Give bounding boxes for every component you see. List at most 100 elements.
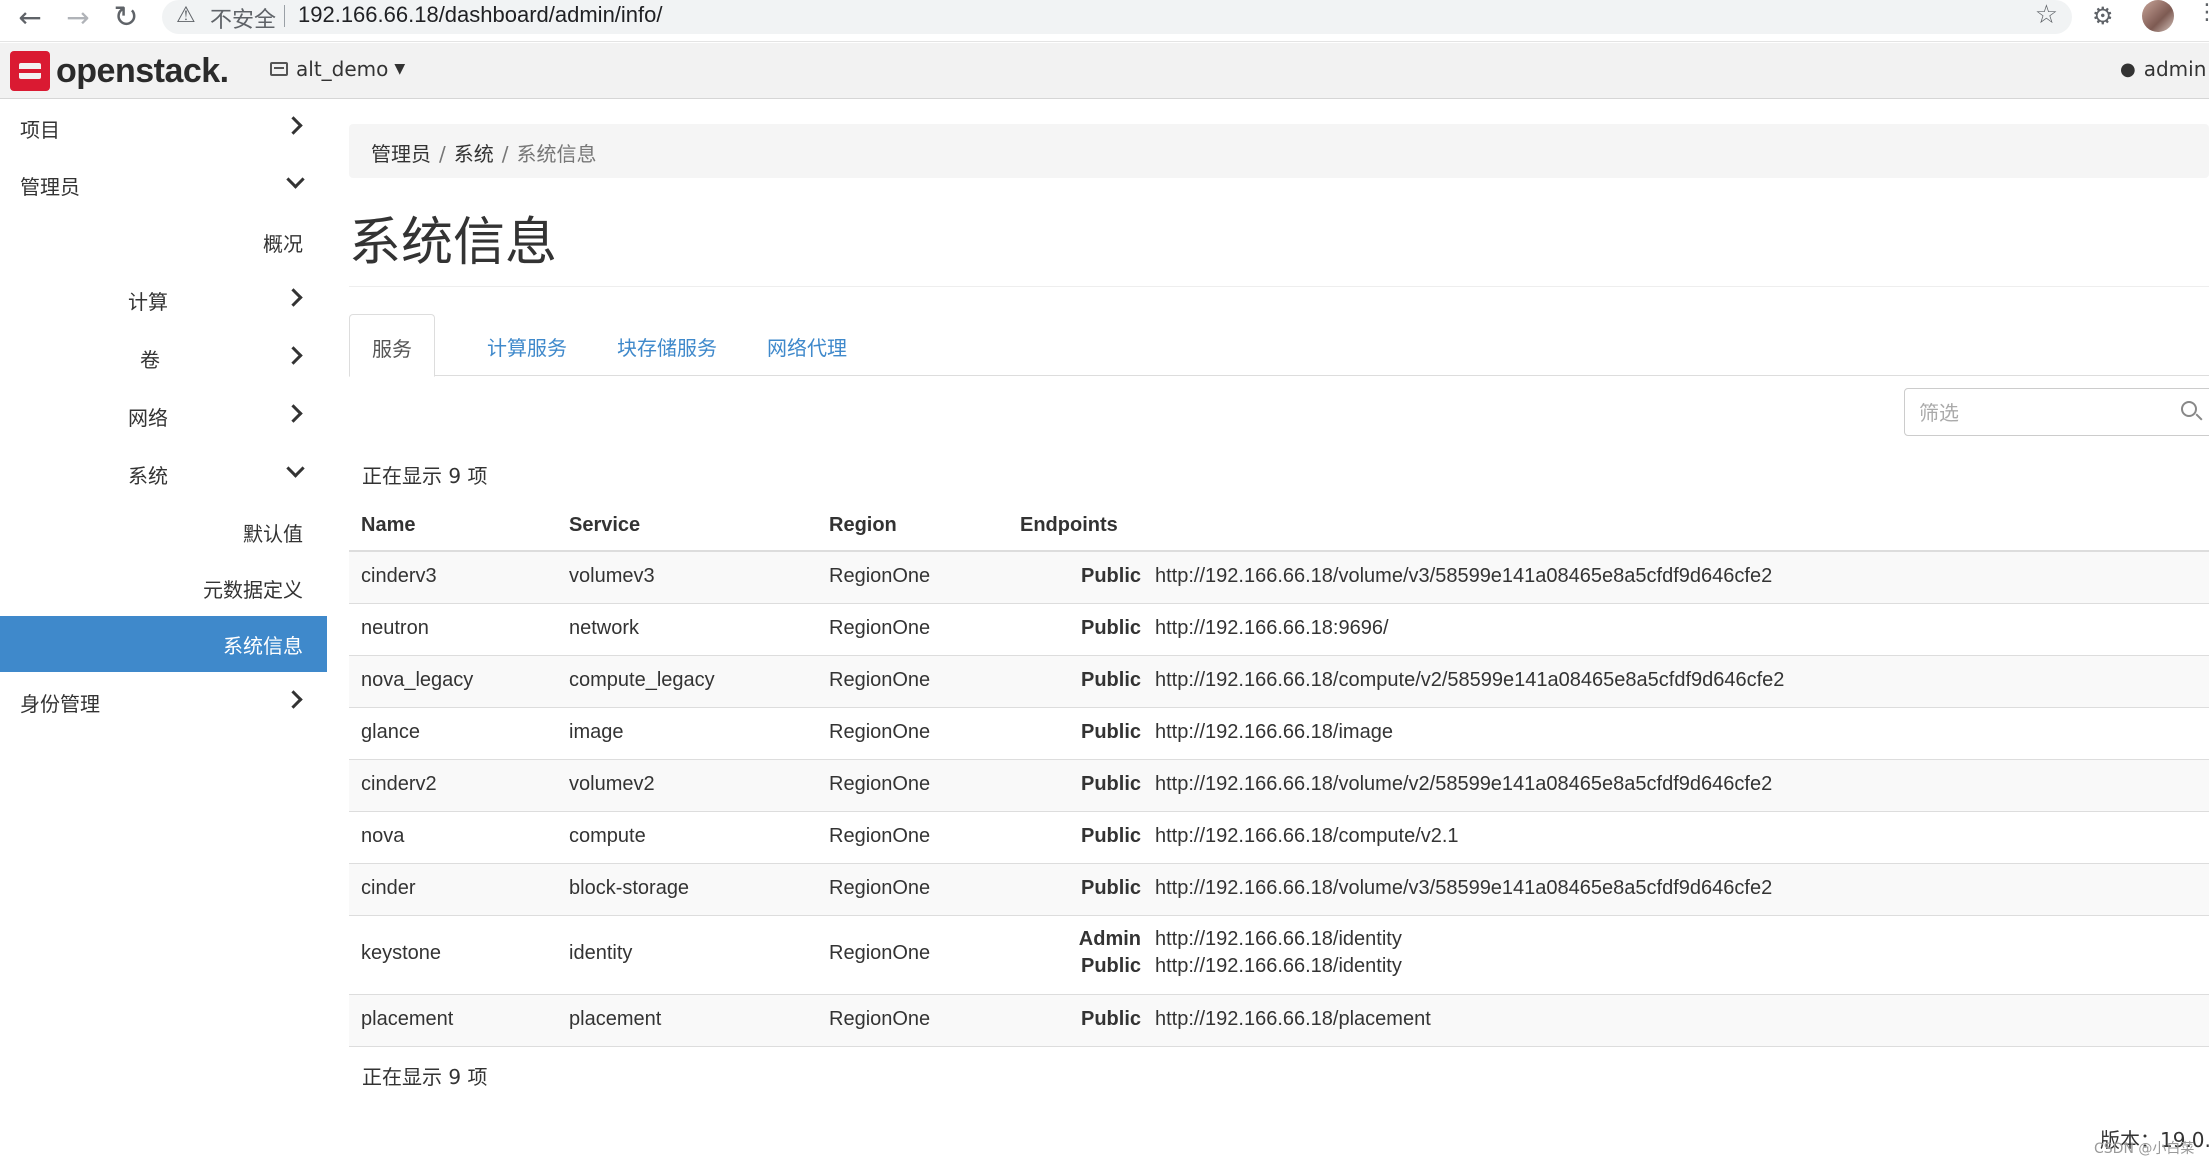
- sidebar-item-label: 系统信息: [223, 634, 303, 658]
- sidebar-item-label: 网络: [128, 406, 168, 430]
- sidebar-item-project[interactable]: 项目: [0, 100, 327, 156]
- user-name: admin: [2143, 57, 2207, 81]
- cell-region: RegionOne: [829, 942, 931, 964]
- sidebar-item-label: 计算: [128, 290, 168, 314]
- sidebar-item-label: 管理员: [20, 175, 80, 199]
- cell-name: placement: [361, 1008, 454, 1030]
- endpoint-type: Public: [1080, 617, 1141, 639]
- column-header-region[interactable]: Region: [829, 514, 897, 537]
- endpoint-type: Public: [1080, 955, 1141, 977]
- item-count: 正在显示 9 项: [362, 464, 488, 488]
- sidebar-item-label: 项目: [20, 118, 60, 142]
- endpoint-type: Public: [1080, 825, 1141, 847]
- sidebar-item-defaults[interactable]: 默认值: [0, 504, 327, 560]
- openstack-logo-icon: [10, 51, 50, 91]
- forward-icon[interactable]: →: [58, 0, 98, 34]
- chevron-down-icon: [284, 460, 306, 482]
- search-icon[interactable]: [2181, 401, 2197, 417]
- sidebar-item-system-info[interactable]: 系统信息: [0, 616, 327, 672]
- sidebar-item-overview[interactable]: 概况: [0, 214, 327, 270]
- filter-input[interactable]: [1919, 399, 2159, 427]
- sidebar-item-label: 系统: [128, 464, 168, 488]
- cell-region: RegionOne: [829, 773, 931, 795]
- endpoint-url: http://192.166.66.18/compute/v2/58599e14…: [1155, 669, 1785, 691]
- endpoint-url: http://192.166.66.18:9696/: [1155, 617, 1389, 639]
- table-row: neutron network RegionOne Public http://…: [349, 604, 2209, 656]
- user-menu[interactable]: ● admin ▼: [2120, 57, 2209, 81]
- sidebar-item-label: 元数据定义: [203, 578, 303, 602]
- table-row: keystone identity RegionOne Admin http:/…: [349, 916, 2209, 995]
- breadcrumb-separator: /: [439, 142, 446, 166]
- bookmark-star-icon[interactable]: ☆: [2035, 0, 2058, 30]
- cell-name: cinderv3: [361, 565, 437, 587]
- openstack-logo[interactable]: openstack.: [10, 51, 229, 91]
- sidebar-item-volumes[interactable]: 卷: [0, 330, 327, 386]
- column-header-endpoints[interactable]: Endpoints: [1020, 514, 1118, 537]
- back-icon[interactable]: ←: [10, 0, 50, 34]
- cell-name: nova: [361, 825, 405, 847]
- server-icon: [270, 62, 288, 76]
- cell-region: RegionOne: [829, 1008, 931, 1030]
- extensions-icon[interactable]: ⚙: [2092, 2, 2114, 30]
- cell-service: identity: [569, 942, 633, 964]
- sidebar-item-metadata-definitions[interactable]: 元数据定义: [0, 560, 327, 616]
- sidebar-item-label: 身份管理: [20, 692, 100, 716]
- tab-block-storage-services[interactable]: 块存储服务: [595, 314, 739, 376]
- sidebar: 项目 管理员 概况 计算 卷 网络 系统 默认值 元数据定义 系统信息 身份管理: [0, 100, 327, 1163]
- table-row: nova_legacy compute_legacy RegionOne Pub…: [349, 656, 2209, 708]
- cell-region: RegionOne: [829, 721, 931, 743]
- sidebar-item-system[interactable]: 系统: [0, 446, 327, 502]
- column-header-name[interactable]: Name: [361, 514, 415, 537]
- url-text[interactable]: 192.166.66.18/dashboard/admin/info/: [298, 2, 663, 28]
- address-bar[interactable]: ⚠ 不安全 192.166.66.18/dashboard/admin/info…: [162, 0, 2072, 34]
- sidebar-item-label: 默认值: [243, 522, 303, 546]
- breadcrumb-item-admin[interactable]: 管理员: [371, 142, 431, 166]
- browser-menu-icon[interactable]: ⋮: [2196, 0, 2209, 25]
- endpoint-url: http://192.166.66.18/volume/v3/58599e141…: [1155, 877, 1773, 899]
- table-row: nova compute RegionOne Public http://192…: [349, 812, 2209, 864]
- url-divider: [284, 5, 285, 27]
- cell-service: network: [569, 617, 640, 639]
- tab-services[interactable]: 服务: [349, 314, 435, 377]
- breadcrumb-separator: /: [501, 142, 509, 166]
- warning-icon[interactable]: ⚠: [176, 3, 196, 28]
- cell-name: keystone: [361, 942, 442, 964]
- table-header: Name Service Region Endpoints: [349, 504, 2209, 552]
- endpoint-type: Public: [1080, 773, 1141, 795]
- table-row: cinderv2 volumev2 RegionOne Public http:…: [349, 760, 2209, 812]
- table-row: placement placement RegionOne Public htt…: [349, 995, 2209, 1047]
- sidebar-item-compute[interactable]: 计算: [0, 272, 327, 328]
- endpoint-url: http://192.166.66.18/volume/v2/58599e141…: [1155, 773, 1773, 795]
- cell-region: RegionOne: [829, 877, 931, 899]
- column-header-service[interactable]: Service: [569, 514, 640, 537]
- cell-service: volumev3: [569, 565, 655, 587]
- cell-region: RegionOne: [829, 669, 931, 691]
- chevron-right-icon: [284, 402, 306, 424]
- sidebar-item-admin[interactable]: 管理员: [0, 157, 327, 213]
- cell-name: cinder: [361, 877, 416, 899]
- tab-network-agents[interactable]: 网络代理: [745, 314, 869, 376]
- cell-name: nova_legacy: [361, 669, 474, 691]
- insecure-label[interactable]: 不安全: [210, 2, 276, 34]
- endpoint-url: http://192.166.66.18/placement: [1155, 1008, 1431, 1030]
- breadcrumb-item-system[interactable]: 系统: [454, 142, 494, 166]
- cell-region: RegionOne: [829, 565, 931, 587]
- reload-icon[interactable]: ↻: [106, 0, 146, 35]
- tab-compute-services[interactable]: 计算服务: [465, 314, 589, 376]
- sidebar-item-network[interactable]: 网络: [0, 388, 327, 444]
- chevron-down-icon: [284, 171, 306, 193]
- project-switcher[interactable]: alt_demo ▼: [270, 57, 405, 81]
- tab-bar: 服务 计算服务 块存储服务 网络代理: [349, 314, 2209, 377]
- top-navbar: openstack. alt_demo ▼ ● admin ▼: [0, 43, 2209, 99]
- endpoint-type: Public: [1080, 877, 1141, 899]
- table-row: cinder block-storage RegionOne Public ht…: [349, 864, 2209, 916]
- profile-avatar[interactable]: [2142, 0, 2174, 32]
- sidebar-item-identity[interactable]: 身份管理: [0, 674, 327, 730]
- breadcrumb: 管理员 / 系统 / 系统信息: [349, 124, 2209, 178]
- table-row: cinderv3 volumev3 RegionOne Public http:…: [349, 552, 2209, 604]
- endpoint-type: Public: [1080, 669, 1141, 691]
- cell-service: compute_legacy: [569, 669, 715, 691]
- user-icon: ●: [2120, 58, 2136, 80]
- cell-service: placement: [569, 1008, 662, 1030]
- sidebar-item-label: 概况: [263, 232, 303, 256]
